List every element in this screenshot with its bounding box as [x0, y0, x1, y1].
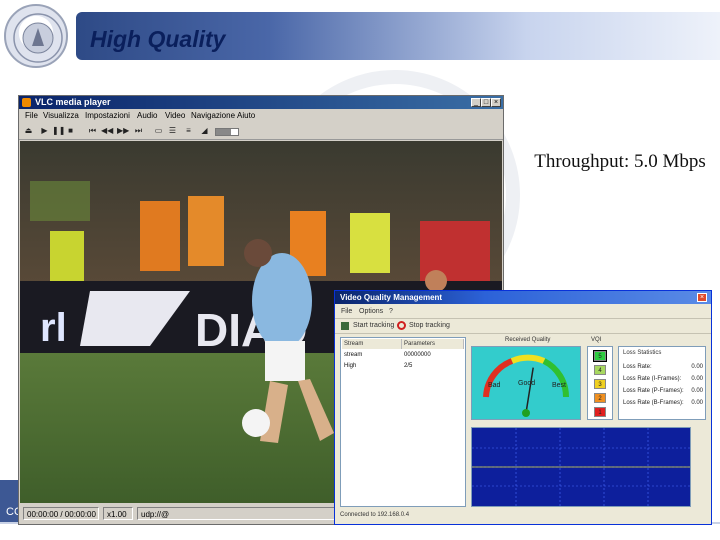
menu-impostazioni[interactable]: Impostazioni — [85, 110, 130, 122]
extended-settings-icon[interactable]: ≡ — [183, 126, 194, 136]
menu-audio[interactable]: Audio — [137, 110, 157, 122]
loss-row: Loss Rate (I-Frames): 0.00 — [623, 375, 703, 384]
loss-row: Loss Rate (B-Frames): 0.00 — [623, 399, 703, 408]
loss-row: Loss Rate (P-Frames): 0.00 — [623, 387, 703, 396]
playlist-icon[interactable]: ☰ — [167, 126, 178, 136]
slide-title: High Quality — [90, 26, 226, 52]
start-tracking-icon[interactable] — [341, 322, 349, 330]
loss-value: 0.00 — [691, 364, 703, 370]
gauge-tick-label: Best — [552, 382, 566, 389]
table-cell[interactable]: High — [342, 361, 356, 371]
menu-aiuto[interactable]: Aiuto — [237, 110, 255, 122]
gauge-arc-good — [510, 354, 546, 364]
vqm-window[interactable]: Video Quality Management × File Options … — [334, 290, 712, 525]
vqi-label: VQI — [591, 337, 602, 343]
university-logo — [4, 4, 68, 68]
vqi-level: 4 — [594, 365, 606, 375]
vqm-menubar: File Options ? — [335, 305, 711, 319]
vqm-window-title: Video Quality Management — [340, 293, 443, 302]
vqm-menu-options[interactable]: Options — [359, 306, 383, 318]
vqm-titlebar[interactable]: Video Quality Management × — [335, 291, 711, 304]
fast-forward-icon[interactable]: ▶▶ — [117, 126, 129, 136]
fullscreen-icon[interactable]: ▭ — [153, 126, 164, 136]
vlc-cone-icon — [22, 98, 31, 107]
maximize-button[interactable]: □ — [481, 98, 491, 107]
loss-row: Loss Rate: 0.00 — [623, 363, 703, 372]
stream-table: Stream Parameters stream 00000000 High 2… — [340, 337, 466, 507]
table-header[interactable]: Parameters — [402, 339, 464, 349]
vlc-toolbar: ⏏ ▶ ❚❚ ■ ⏮ ◀◀ ▶▶ ⏭ ▭ ☰ ≡ ◢ — [19, 123, 503, 140]
vlc-menubar: File Visualizza Impostazioni Audio Video… — [19, 110, 503, 122]
vqi-level: 5 — [593, 350, 607, 362]
menu-navigazione[interactable]: Navigazione — [191, 110, 235, 122]
start-tracking-button[interactable]: Start tracking — [353, 320, 394, 332]
svg-text:rl: rl — [40, 306, 67, 350]
minimize-button[interactable]: _ — [471, 98, 481, 107]
throughput-label: Throughput: 5.0 Mbps — [534, 151, 706, 172]
rewind-icon[interactable]: ◀◀ — [101, 126, 113, 136]
loss-label: Loss Rate (I-Frames): — [623, 376, 682, 382]
loss-value: 0.00 — [691, 376, 703, 382]
vqi-level: 1 — [594, 407, 606, 417]
loss-statistics-heading: Loss Statistics — [623, 350, 662, 356]
next-icon[interactable]: ⏭ — [133, 126, 144, 136]
status-speed: x1.00 — [103, 507, 133, 520]
table-cell[interactable]: 2/5 — [402, 361, 412, 371]
previous-icon[interactable]: ⏮ — [87, 126, 98, 136]
vqi-indicator: 5 4 3 2 1 — [587, 346, 613, 420]
gauge-label: Received Quality — [505, 337, 551, 343]
volume-icon[interactable]: ◢ — [199, 126, 210, 136]
vlc-window-title: VLC media player — [35, 97, 111, 107]
close-button[interactable]: × — [491, 98, 501, 107]
gauge-tick-label: Good — [518, 380, 535, 387]
loss-label: Loss Rate (P-Frames): — [623, 388, 684, 394]
eject-icon[interactable]: ⏏ — [23, 126, 34, 136]
stop-tracking-button[interactable]: Stop tracking — [409, 320, 450, 332]
vqm-statusbar: Connected to 192.168.0.4 — [340, 512, 410, 518]
loss-value: 0.00 — [691, 400, 703, 406]
stop-icon[interactable]: ■ — [65, 126, 76, 136]
loss-statistics-panel: Loss Statistics Loss Rate: 0.00 Loss Rate… — [618, 346, 706, 420]
quality-gauge: Bad Good Best — [471, 346, 581, 420]
gauge-arc-best — [542, 358, 570, 398]
loss-value: 0.00 — [691, 388, 703, 394]
vqm-toolbar: Start tracking Stop tracking — [335, 319, 711, 334]
vqi-level: 3 — [594, 379, 606, 389]
gauge-hub — [522, 409, 530, 417]
table-cell[interactable]: 00000000 — [402, 350, 431, 360]
table-cell[interactable]: stream — [342, 350, 362, 360]
gauge-tick-label: Bad — [488, 382, 501, 389]
table-header[interactable]: Stream — [342, 339, 402, 349]
menu-visualizza[interactable]: Visualizza — [43, 110, 79, 122]
vlc-titlebar[interactable]: VLC media player _ □ × — [19, 96, 503, 109]
menu-file[interactable]: File — [25, 110, 38, 122]
vqm-menu-help[interactable]: ? — [389, 306, 393, 318]
quality-plot — [471, 427, 691, 507]
menu-video[interactable]: Video — [165, 110, 185, 122]
vqm-menu-file[interactable]: File — [341, 306, 352, 318]
loss-label: Loss Rate: — [623, 364, 652, 370]
vqi-level: 2 — [594, 393, 606, 403]
seek-slider-fill — [216, 129, 232, 135]
gauge-arc-bad — [483, 358, 514, 398]
vqm-close-button[interactable]: × — [697, 293, 707, 302]
play-icon[interactable]: ▶ — [39, 126, 50, 136]
seek-slider[interactable] — [215, 128, 239, 136]
status-time: 00:00:00 / 00:00:00 — [23, 507, 99, 520]
status-stream: udp://@ — [137, 507, 337, 520]
stop-tracking-icon[interactable] — [397, 321, 406, 330]
gauge-needle — [525, 367, 534, 414]
pause-icon[interactable]: ❚❚ — [52, 126, 65, 136]
loss-label: Loss Rate (B-Frames): — [623, 400, 684, 406]
